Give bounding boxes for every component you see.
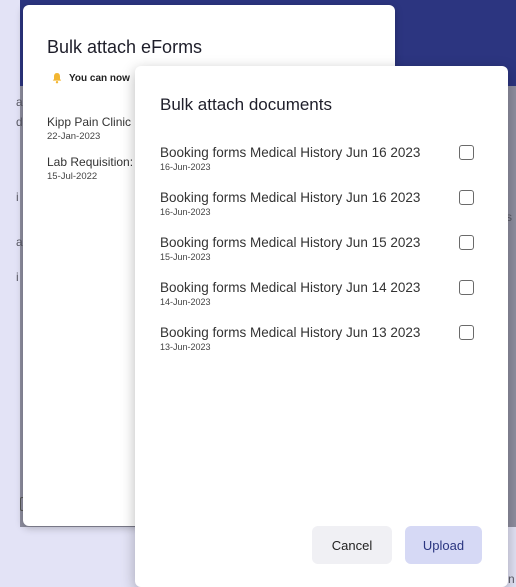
document-checkbox[interactable] [459,235,474,250]
eforms-dialog-title: Bulk attach eForms [47,37,203,57]
bulk-attach-documents-dialog: Bulk attach documents Booking forms Medi… [135,66,508,587]
document-date: 15-Jun-2023 [160,252,211,262]
eform-name: Lab Requisition: [47,155,134,169]
document-checkbox[interactable] [459,325,474,340]
eform-list-item[interactable]: Lab Requisition: 15-Jul-2022 [47,155,133,182]
document-name: Booking forms Medical History Jun 14 202… [160,280,421,295]
document-name: Booking forms Medical History Jun 13 202… [160,325,421,340]
document-row[interactable]: Booking forms Medical History Jun 16 202… [160,145,485,190]
document-date: 16-Jun-2023 [160,162,211,172]
document-date: 14-Jun-2023 [160,297,211,307]
documents-dialog-title: Bulk attach documents [160,95,332,114]
background-text-fragment: a [16,235,23,249]
document-checkbox[interactable] [459,145,474,160]
document-row[interactable]: Booking forms Medical History Jun 15 202… [160,235,485,280]
background-text-fragment: a [16,95,23,109]
background-text-fragment: i [16,270,19,284]
document-row[interactable]: Booking forms Medical History Jun 13 202… [160,325,485,370]
document-date: 13-Jun-2023 [160,342,211,352]
document-name: Booking forms Medical History Jun 16 202… [160,190,421,205]
document-date: 16-Jun-2023 [160,207,211,217]
eforms-notice: You can now [51,72,130,84]
document-checkbox[interactable] [459,280,474,295]
document-list: Booking forms Medical History Jun 16 202… [160,145,485,370]
bell-icon [52,73,62,84]
document-row[interactable]: Booking forms Medical History Jun 14 202… [160,280,485,325]
eform-name: Kipp Pain Clinic [47,115,132,129]
eform-date: 22-Jan-2023 [47,131,101,142]
document-name: Booking forms Medical History Jun 15 202… [160,235,421,250]
eform-date: 15-Jul-2022 [47,171,98,182]
document-name: Booking forms Medical History Jun 16 202… [160,145,421,160]
eforms-notice-text: You can now [69,72,130,84]
cancel-button[interactable]: Cancel [312,526,392,564]
document-row[interactable]: Booking forms Medical History Jun 16 202… [160,190,485,235]
eform-list-item[interactable]: Kipp Pain Clinic 22-Jan-2023 [47,115,131,142]
document-checkbox[interactable] [459,190,474,205]
upload-button[interactable]: Upload [405,526,482,564]
background-text-fragment: n [508,572,515,586]
background-text-fragment: d [16,115,23,129]
background-text-fragment: i [16,190,19,204]
